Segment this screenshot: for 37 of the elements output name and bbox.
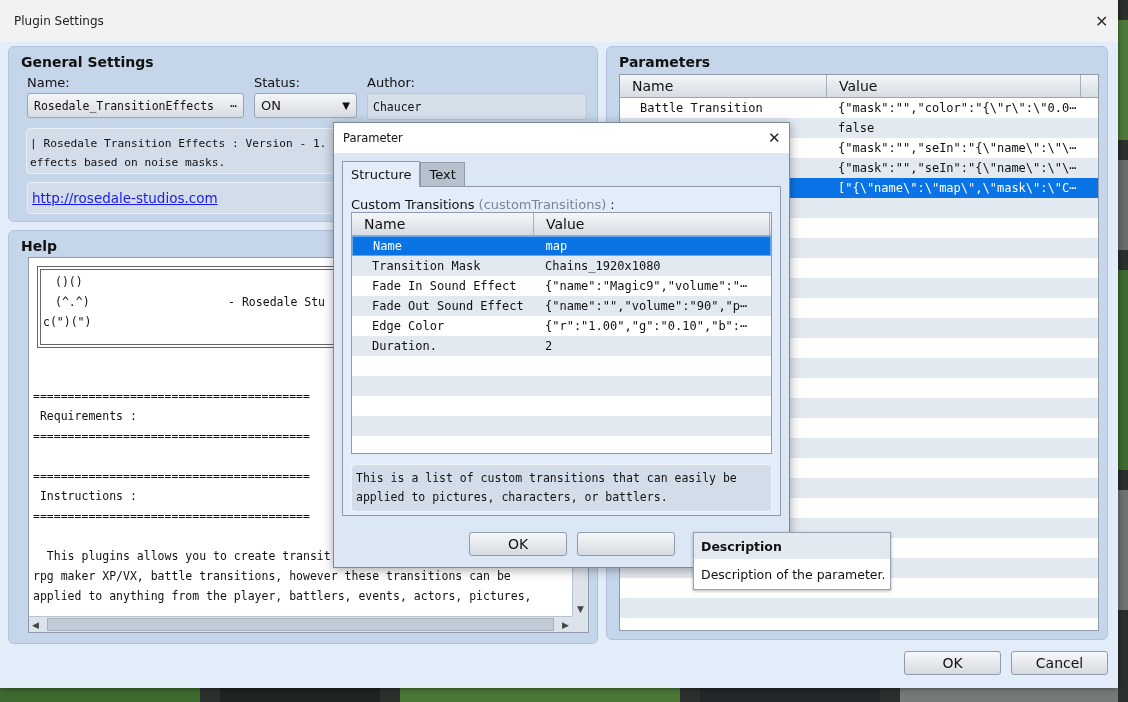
table-row[interactable]: Transition Mask Chains_1920x1080: [352, 256, 771, 276]
column-header[interactable]: Value: [534, 213, 770, 235]
status-dropdown[interactable]: ON ▼: [254, 93, 357, 118]
tab[interactable]: Text: [420, 162, 465, 186]
author-label: Author:: [367, 75, 416, 90]
cancel-button[interactable]: Cancel: [1011, 651, 1108, 675]
website-link[interactable]: http://rosedale-studios.com: [32, 190, 218, 206]
tooltip-title: Description: [694, 533, 890, 559]
scroll-right-button[interactable]: ▶: [562, 617, 569, 632]
column-header[interactable]: Name: [352, 213, 534, 235]
ok-button[interactable]: OK: [469, 532, 567, 556]
description-text: This is a list of custom transitions that can easily be applied to pictures, characters, or battlers.: [351, 464, 772, 512]
table-row[interactable]: Duration. 2: [352, 336, 771, 356]
column-header[interactable]: Name: [620, 75, 827, 97]
column-header[interactable]: Value: [827, 75, 1081, 97]
horizontal-scrollbar[interactable]: ◀ ▶: [29, 616, 572, 632]
close-button[interactable]: ✕: [1084, 6, 1118, 36]
tooltip-text: Description of the parameter.: [700, 565, 887, 584]
scroll-down-button[interactable]: ▼: [577, 602, 584, 616]
field-key: (customTransitions): [478, 197, 607, 212]
name-label: Name:: [27, 75, 71, 90]
scroll-left-button[interactable]: ◀: [32, 617, 39, 632]
ok-button[interactable]: OK: [904, 651, 1001, 675]
field-label: Custom Transitions: [351, 197, 475, 212]
author-field[interactable]: Chaucer: [367, 93, 587, 120]
panel-title: General Settings: [20, 53, 154, 72]
panel-title: Parameters: [618, 53, 711, 72]
table-row[interactable]: Fade Out Sound Effect {"name":"","volume":"90","p⋯: [352, 296, 771, 316]
table-row[interactable]: Name map: [352, 236, 771, 256]
name-field[interactable]: Rosedale_TransitionEffects ⋯: [27, 93, 244, 118]
tab[interactable]: Structure: [342, 161, 421, 187]
panel-title: Help: [20, 237, 58, 256]
status-label: Status:: [254, 75, 301, 90]
window-title: Plugin Settings: [14, 14, 104, 28]
label-colon: :: [610, 197, 615, 212]
dialog-title: Parameter: [343, 131, 403, 145]
dialog-button[interactable]: [577, 532, 675, 556]
